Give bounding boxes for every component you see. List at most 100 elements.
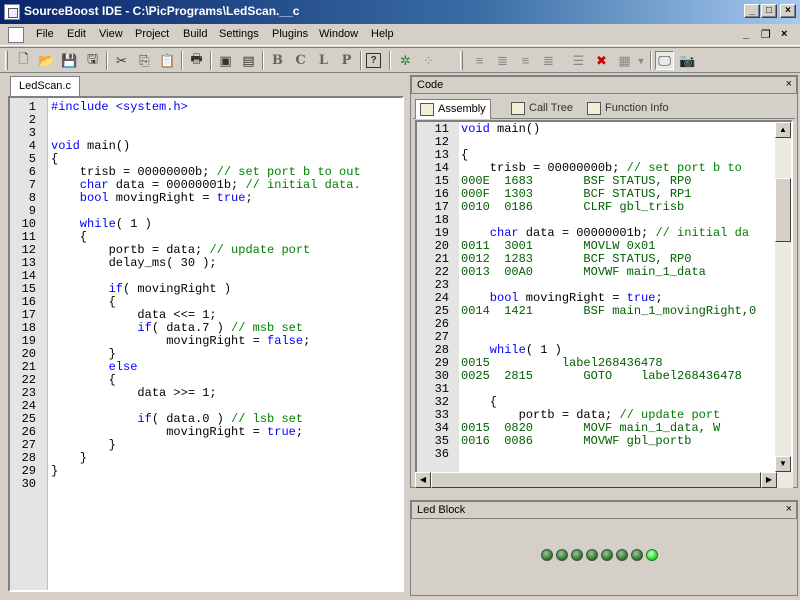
- toolbar-grip[interactable]: [5, 51, 8, 70]
- tab-call-tree[interactable]: Call Tree: [507, 99, 577, 119]
- paste-icon[interactable]: 📋: [158, 51, 177, 70]
- led-5[interactable]: [616, 549, 628, 561]
- new-file-icon[interactable]: 🗋: [14, 51, 33, 70]
- camera-icon[interactable]: 📷: [678, 51, 697, 70]
- assembly-view[interactable]: 11 void main() 12 13{14 trisb = 00000000b; …: [415, 120, 793, 474]
- code-comment: // set port b to: [626, 161, 742, 175]
- rebuild-icon[interactable]: ▤: [239, 51, 258, 70]
- code-line: 13 delay_ms( 30 );: [10, 257, 402, 270]
- copy-icon[interactable]: ⎘: [135, 51, 154, 70]
- led-2[interactable]: [571, 549, 583, 561]
- outdent-icon[interactable]: ≣: [493, 51, 512, 70]
- minimize-button[interactable]: _: [744, 4, 760, 18]
- code-line: 26: [417, 318, 775, 331]
- menu-settings[interactable]: Settings: [219, 28, 259, 40]
- step-icon[interactable]: ⁘: [419, 51, 438, 70]
- document-icon[interactable]: [8, 27, 24, 43]
- line-code: void main(): [461, 123, 540, 136]
- scroll-thumb[interactable]: [775, 178, 791, 242]
- menu-help[interactable]: Help: [371, 28, 394, 40]
- menu-view[interactable]: View: [99, 28, 123, 40]
- scroll-down-icon[interactable]: ▼: [775, 456, 791, 472]
- build-icon[interactable]: ▣: [216, 51, 235, 70]
- list-icon[interactable]: ☰: [569, 51, 588, 70]
- assembly-lines: 11 void main() 12 13{14 trisb = 00000000b; …: [417, 123, 775, 461]
- led-4[interactable]: [601, 549, 613, 561]
- led-0[interactable]: [541, 549, 553, 561]
- assembly-instruction: 0014 1421 BSF main_1_movingRight,0: [461, 304, 757, 318]
- code-comment: // set port b to out: [216, 165, 361, 179]
- code-keyword: char: [51, 178, 109, 192]
- open-folder-icon[interactable]: 📂: [37, 51, 56, 70]
- line-code: 0014 1421 BSF main_1_movingRight,0: [461, 305, 756, 318]
- toolbar-separator: [210, 51, 212, 70]
- save-icon[interactable]: 💾: [60, 51, 79, 70]
- bold-c-icon[interactable]: C: [291, 51, 310, 70]
- toolbar-separator: [262, 51, 264, 70]
- tab-function-info[interactable]: Function Info: [583, 99, 673, 119]
- code-line: 12: [417, 136, 775, 149]
- led-1[interactable]: [556, 549, 568, 561]
- menu-build[interactable]: Build: [183, 28, 207, 40]
- scroll-right-icon[interactable]: ▶: [761, 472, 777, 488]
- led-pane-close-button[interactable]: ×: [786, 503, 792, 515]
- line-code: #include <system.h>: [51, 101, 188, 114]
- led-3[interactable]: [586, 549, 598, 561]
- code-text: }: [51, 451, 88, 465]
- mdi-restore-button[interactable]: ❐: [761, 28, 771, 41]
- code-comment: // msb set: [231, 321, 304, 335]
- assembly-vertical-scrollbar[interactable]: ▲ ▼: [775, 122, 791, 472]
- align-icon[interactable]: ≡: [516, 51, 535, 70]
- code-pane-close-button[interactable]: ×: [786, 78, 792, 90]
- toolbar-separator: [106, 51, 108, 70]
- source-editor[interactable]: 1 #include <system.h> 2 3 4 void main() 5{6 tr…: [8, 96, 404, 592]
- dropdown-icon[interactable]: ▼: [635, 51, 647, 70]
- scroll-up-icon[interactable]: ▲: [775, 122, 791, 138]
- code-line: 17 0010 0186 CLRF gbl_trisb: [417, 201, 775, 214]
- cut-icon[interactable]: ✂: [112, 51, 131, 70]
- mdi-close-button[interactable]: ×: [781, 28, 787, 40]
- code-text: ( 1 ): [115, 217, 152, 231]
- toolbar-grip[interactable]: [460, 51, 463, 70]
- menu-window[interactable]: Window: [319, 28, 358, 40]
- close-button[interactable]: ×: [780, 4, 796, 18]
- window-title: SourceBoost IDE - C:\PicPrograms\LedScan…: [24, 4, 300, 18]
- tab-ledscan-c[interactable]: LedScan.c: [10, 76, 80, 96]
- assembly-instruction: 0016 0086 MOVWF gbl_portb: [461, 434, 692, 448]
- bold-p-icon[interactable]: P: [337, 51, 356, 70]
- format-icon[interactable]: ▦: [615, 51, 634, 70]
- code-text: movingRight =: [51, 425, 268, 439]
- menu-edit[interactable]: Edit: [67, 28, 86, 40]
- print-icon[interactable]: 🖶: [187, 51, 206, 70]
- bold-b-icon[interactable]: B: [268, 51, 287, 70]
- scroll-thumb[interactable]: [431, 472, 761, 488]
- code-line: 30 0025 2815 GOTO label268436478: [417, 370, 775, 383]
- indent-icon[interactable]: ≡: [470, 51, 489, 70]
- bug-icon[interactable]: ✲: [396, 51, 415, 70]
- code-text: {: [51, 373, 116, 387]
- menu-file[interactable]: File: [36, 28, 54, 40]
- code-pane: Code × Assembly Call Tree Function Info …: [410, 75, 798, 488]
- tab-label: Call Tree: [529, 102, 574, 114]
- monitor-icon[interactable]: 🖵: [655, 51, 674, 70]
- maximize-button[interactable]: □: [761, 4, 777, 18]
- pane-splitter[interactable]: [405, 74, 409, 596]
- line-code: void main(): [51, 140, 130, 153]
- menu-project[interactable]: Project: [135, 28, 169, 40]
- led-6[interactable]: [631, 549, 643, 561]
- align2-icon[interactable]: ≣: [539, 51, 558, 70]
- bold-l-icon[interactable]: L: [314, 51, 333, 70]
- code-text: }: [51, 347, 116, 361]
- scroll-left-icon[interactable]: ◀: [415, 472, 431, 488]
- code-text: data = 00000001b;: [108, 178, 246, 192]
- delete-x-icon[interactable]: ✖: [592, 51, 611, 70]
- tab-assembly[interactable]: Assembly: [415, 99, 491, 119]
- mdi-minimize-button[interactable]: _: [743, 28, 749, 40]
- code-text: delay_ms( 30 );: [51, 256, 217, 270]
- help-icon[interactable]: ?: [366, 53, 381, 68]
- led-7[interactable]: [646, 549, 658, 561]
- app-icon[interactable]: [4, 4, 20, 20]
- assembly-horizontal-scrollbar[interactable]: ◀ ▶: [415, 472, 793, 488]
- menu-plugins[interactable]: Plugins: [272, 28, 308, 40]
- save-all-icon[interactable]: 🖫: [83, 51, 102, 70]
